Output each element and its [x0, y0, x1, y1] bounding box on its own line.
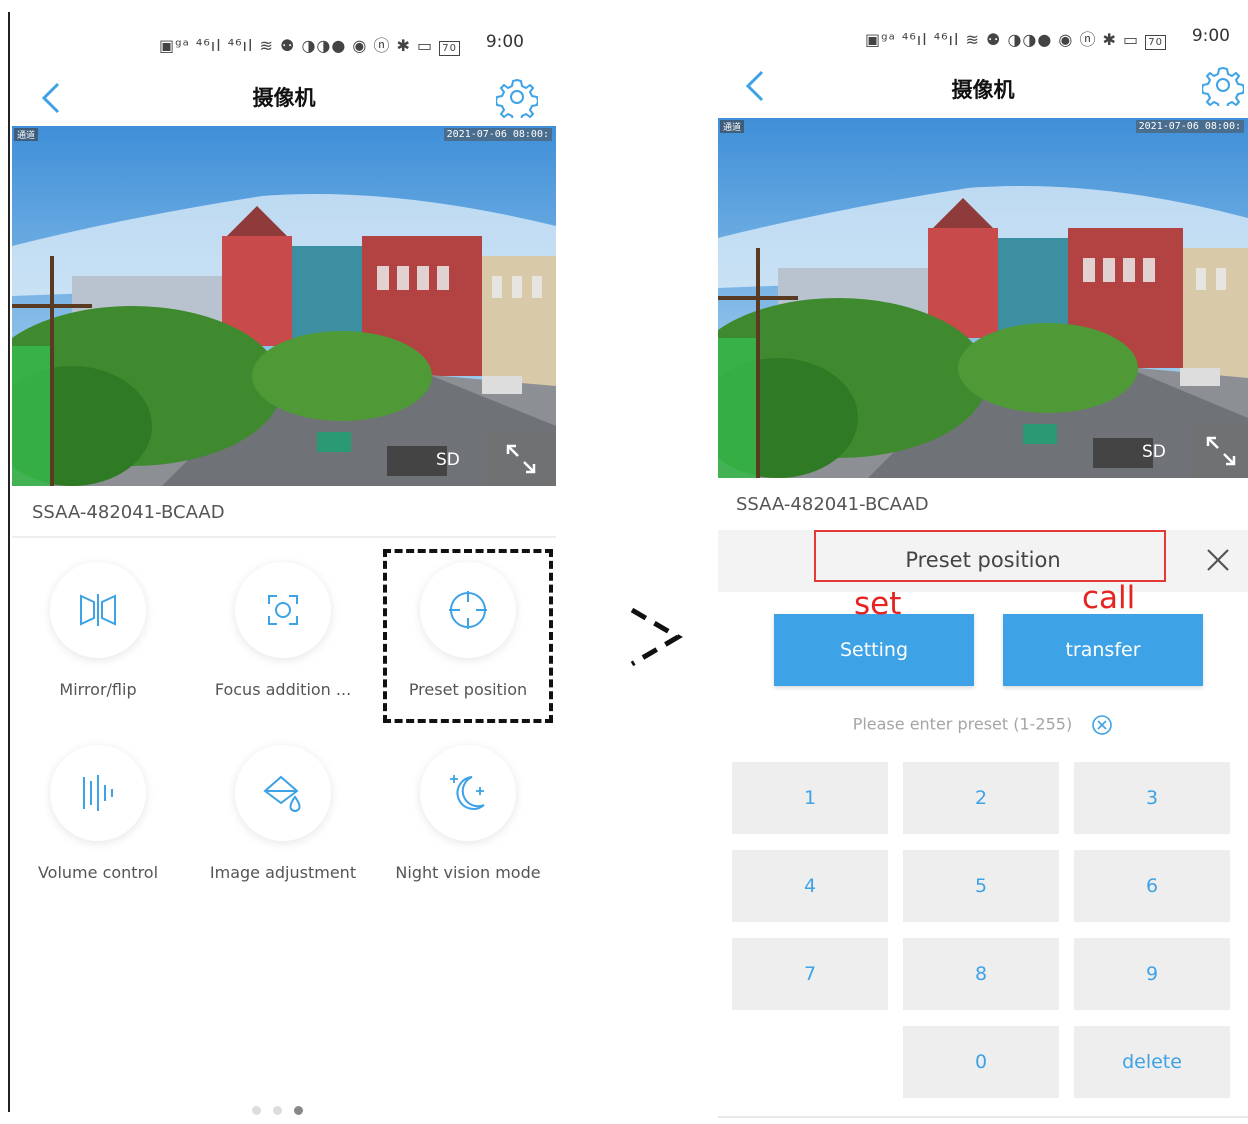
setting-button[interactable]: Setting — [774, 614, 974, 686]
fullscreen-button[interactable] — [1192, 424, 1248, 478]
battery-icon: 70 — [1145, 35, 1166, 50]
preset-input-hint[interactable]: Please enter preset (1-255) — [718, 714, 1248, 736]
arrow-right-icon — [630, 607, 683, 667]
divider — [12, 536, 556, 538]
status-time: 9:00 — [1191, 26, 1230, 46]
status-bar: ▣ᵍᵃ ⁴⁶ıl ⁴⁶ıl ≋ ⚉ ◑◑● ◉ ⓝ ✱ ▭ 70 9:00 — [718, 12, 1248, 64]
feature-label: Volume control — [37, 863, 159, 882]
status-icons: ▣ᵍᵃ ⁴⁶ıl ⁴⁶ıl ≋ ⚉ ◑◑● ◉ ⓝ ✱ ▭ 70 — [159, 32, 460, 56]
page-title: 摄像机 — [951, 78, 1015, 102]
preset-hint-text: Please enter preset (1-255) — [852, 714, 1073, 734]
video-timestamp: 2021-07-06 08:00: — [1135, 120, 1244, 133]
battery-icon: 70 — [439, 41, 460, 56]
quality-sd-toggle[interactable]: SD — [1142, 442, 1166, 462]
nav-bar: 摄像机 — [718, 64, 1248, 116]
close-icon[interactable] — [1204, 546, 1232, 574]
keypad-key-1[interactable]: 1 — [732, 762, 888, 834]
fullscreen-button[interactable] — [486, 432, 556, 486]
gear-icon[interactable] — [496, 76, 538, 118]
mirror-flip-icon — [80, 594, 116, 626]
nav-bar: 摄像机 — [12, 72, 556, 124]
keypad-key-4[interactable]: 4 — [732, 850, 888, 922]
page-dot-active[interactable] — [294, 1106, 303, 1115]
expand-icon — [1206, 436, 1236, 466]
status-icons: ▣ᵍᵃ ⁴⁶ıl ⁴⁶ıl ≋ ⚉ ◑◑● ◉ ⓝ ✱ ▭ 70 — [865, 26, 1166, 50]
street-scene-image — [718, 118, 1248, 478]
keypad-key-5[interactable]: 5 — [903, 850, 1059, 922]
feature-night-vision-mode[interactable]: Night vision mode — [378, 745, 556, 882]
feature-focus-addition[interactable]: Focus addition ... — [193, 562, 373, 699]
keypad-key-9[interactable]: 9 — [1074, 938, 1230, 1010]
focus-icon — [268, 595, 298, 625]
divider — [718, 1116, 1248, 1118]
keypad-key-2[interactable]: 2 — [903, 762, 1059, 834]
keypad-delete-key[interactable]: delete — [1074, 1026, 1230, 1098]
keypad-key-0[interactable]: 0 — [903, 1026, 1059, 1098]
quality-sd-toggle[interactable]: SD — [436, 450, 460, 470]
annotation-highlight-box — [814, 530, 1166, 582]
feature-label: Night vision mode — [395, 863, 541, 882]
volume-bars-icon — [83, 775, 113, 811]
status-bar: ▣ᵍᵃ ⁴⁶ıl ⁴⁶ıl ≋ ⚉ ◑◑● ◉ ⓝ ✱ ▭ 70 9:00 — [12, 12, 556, 72]
status-time: 9:00 — [485, 32, 524, 52]
gear-icon[interactable] — [1202, 64, 1244, 106]
feature-image-adjustment[interactable]: Image adjustment — [193, 745, 373, 882]
expand-icon — [506, 444, 536, 474]
channel-tag: 通道 — [720, 120, 745, 133]
annotation-set: set — [854, 586, 902, 622]
left-edge-rule — [8, 12, 10, 1112]
feature-label: Mirror/flip — [59, 680, 137, 699]
keypad-key-6[interactable]: 6 — [1074, 850, 1230, 922]
page-indicator — [252, 1100, 315, 1119]
feature-mirror-flip[interactable]: Mirror/flip — [12, 562, 188, 699]
keypad-key-7[interactable]: 7 — [732, 938, 888, 1010]
transfer-button[interactable]: transfer — [1003, 614, 1203, 686]
keypad-key-3[interactable]: 3 — [1074, 762, 1230, 834]
page-dot[interactable] — [252, 1106, 261, 1115]
feature-label: Image adjustment — [209, 863, 357, 882]
keypad-key-8[interactable]: 8 — [903, 938, 1059, 1010]
annotation-call: call — [1082, 580, 1136, 616]
camera-video-feed[interactable]: 通道 2021-07-06 08:00: SD — [12, 126, 556, 486]
moon-stars-icon — [450, 775, 485, 810]
camera-video-feed[interactable]: 通道 2021-07-06 08:00: SD — [718, 118, 1248, 478]
street-scene-image — [12, 126, 556, 486]
highlight-dashed-box — [383, 549, 553, 723]
page-dot[interactable] — [273, 1106, 282, 1115]
channel-tag: 通道 — [14, 128, 39, 141]
video-timestamp: 2021-07-06 08:00: — [443, 128, 552, 141]
feature-volume-control[interactable]: Volume control — [12, 745, 188, 882]
device-name: SSAA-482041-BCAAD — [736, 494, 929, 515]
device-name: SSAA-482041-BCAAD — [32, 502, 225, 523]
image-adjust-icon — [263, 775, 301, 812]
page-title: 摄像机 — [252, 86, 316, 110]
feature-label: Focus addition ... — [214, 680, 352, 699]
clear-circle-icon[interactable] — [1091, 714, 1113, 736]
